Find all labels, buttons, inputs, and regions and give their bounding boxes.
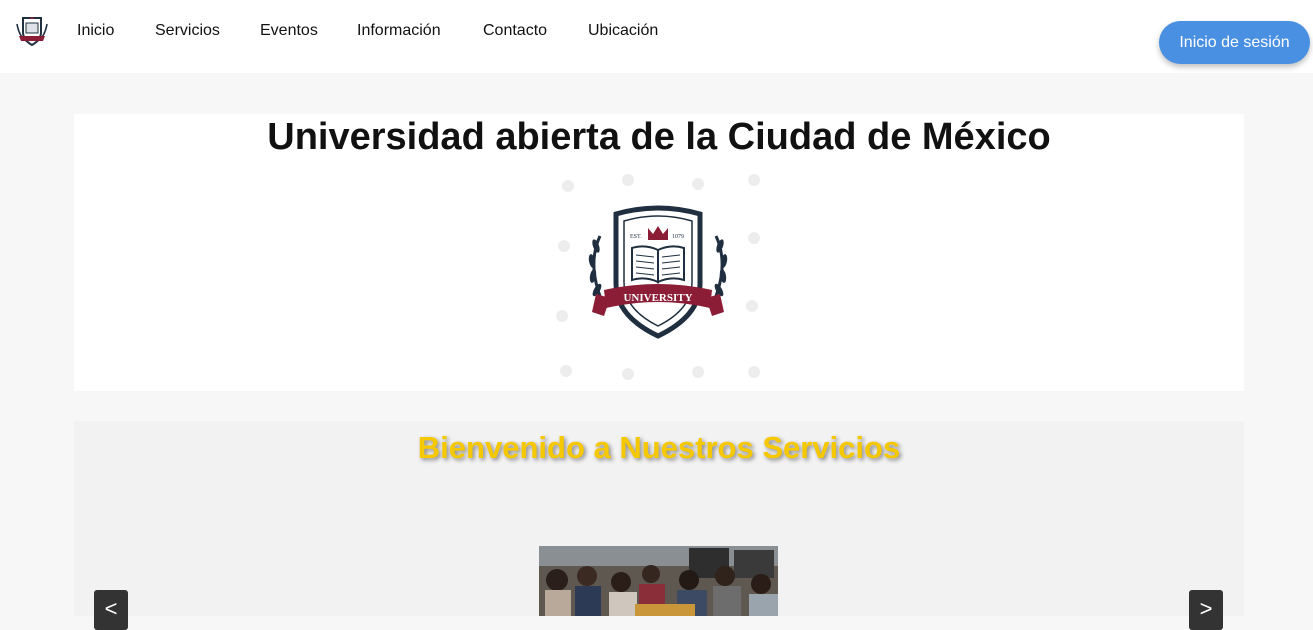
nav-link-eventos[interactable]: Eventos [260, 22, 318, 40]
nav-link-servicios[interactable]: Servicios [155, 22, 220, 40]
services-section: Bienvenido a Nuestros Servicios < > [74, 421, 1244, 630]
nav-link-inicio[interactable]: Inicio [77, 22, 114, 40]
carousel-image [539, 546, 778, 616]
services-title: Bienvenido a Nuestros Servicios [417, 430, 901, 465]
navbar: Inicio Servicios Eventos Información Con… [0, 0, 1313, 73]
carousel-prev-button[interactable]: < [94, 590, 128, 630]
university-logo-icon[interactable] [14, 14, 50, 48]
carousel-next-button[interactable]: > [1189, 590, 1223, 630]
login-button[interactable]: Inicio de sesión [1159, 21, 1310, 64]
crest-banner-text: UNIVERSITY [623, 292, 692, 304]
nav-link-informacion[interactable]: Información [357, 22, 441, 40]
nav-link-contacto[interactable]: Contacto [483, 22, 547, 40]
nav-link-ubicacion[interactable]: Ubicación [588, 22, 658, 40]
hero-section: Universidad abierta de la Ciudad de Méxi… [74, 114, 1244, 391]
crest-est-text: EST. [630, 234, 642, 240]
students-photo [539, 546, 778, 616]
page-title: Universidad abierta de la Ciudad de Méxi… [267, 116, 1051, 158]
crest-year-text: 1079 [672, 234, 684, 240]
university-crest-image: EST. 1079 UNIVERSITY [556, 174, 760, 380]
